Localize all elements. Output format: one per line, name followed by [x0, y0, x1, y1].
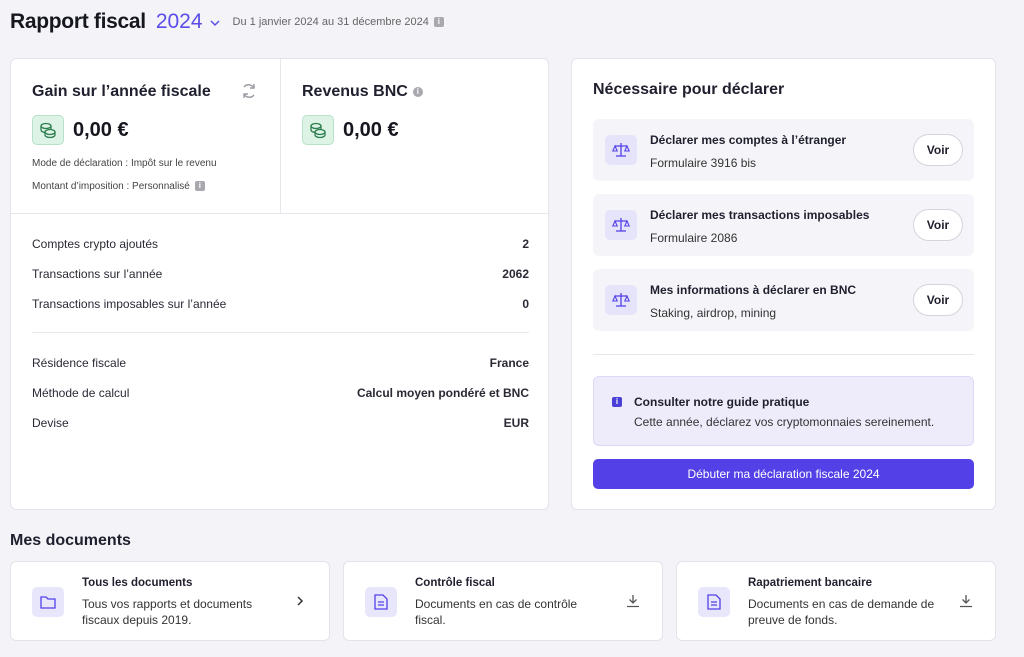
chevron-right-icon[interactable] [293, 594, 307, 608]
download-icon[interactable] [626, 594, 640, 608]
bnc-title: Revenus BNC i [302, 83, 423, 101]
stat-label: Comptes crypto ajoutés [32, 237, 159, 251]
info-icon: i [612, 397, 622, 407]
document-card-controle[interactable]: Contrôle fiscal Documents en cas de cont… [343, 561, 663, 641]
stat-label: Transactions imposables sur l’année [32, 297, 227, 311]
stat-value: 0 [522, 297, 529, 311]
voir-button[interactable]: Voir [913, 284, 963, 316]
declaration-subtitle: Formulaire 2086 [650, 231, 738, 245]
setting-label: Méthode de calcul [32, 386, 130, 400]
guide-text: Cette année, déclarez vos cryptomonnaies… [634, 415, 935, 429]
declaration-item: Mes informations à déclarer en BNC Staki… [593, 269, 974, 331]
document-icon [698, 587, 730, 617]
bnc-title-label: Revenus BNC [302, 83, 408, 100]
voir-button[interactable]: Voir [913, 209, 963, 241]
info-circle-icon[interactable]: i [412, 86, 423, 97]
document-icon [365, 587, 397, 617]
setting-row: Devise EUR [32, 416, 529, 430]
declaration-title: Mes informations à déclarer en BNC [650, 283, 857, 297]
start-declaration-button[interactable]: Débuter ma déclaration fiscale 2024 [593, 459, 974, 489]
divider [32, 332, 529, 333]
document-card-rapatriement[interactable]: Rapatriement bancaire Documents en cas d… [676, 561, 996, 641]
declaration-subtitle: Formulaire 3916 bis [650, 156, 757, 170]
declaration-item: Déclarer mes comptes à l’étranger Formul… [593, 119, 974, 181]
coins-icon [302, 115, 334, 145]
declaration-mode: Mode de déclaration : Impôt sur le reven… [32, 158, 217, 169]
scale-icon [605, 210, 637, 240]
document-text: Documents en cas de contrôle fiscal. [415, 597, 578, 627]
setting-value: France [489, 356, 529, 370]
setting-value: EUR [503, 416, 529, 430]
date-range: Du 1 janvier 2024 au 31 décembre 2024 [232, 16, 429, 28]
guide-banner[interactable]: i Consulter notre guide pratique Cette a… [593, 376, 974, 446]
download-icon[interactable] [959, 594, 973, 608]
refresh-icon[interactable] [240, 82, 258, 100]
coins-icon [32, 115, 64, 145]
stat-value: 2062 [502, 267, 529, 281]
page-title: Rapport fiscal [10, 10, 146, 33]
declaration-title: Déclarer mes transactions imposables [650, 208, 870, 222]
declaration-subtitle: Staking, airdrop, mining [650, 306, 777, 320]
summary-card: Gain sur l’année fiscale 0,00 € Mode de … [10, 58, 549, 510]
guide-title: Consulter notre guide pratique [634, 395, 810, 409]
folder-icon [32, 587, 64, 617]
info-icon[interactable]: i [433, 17, 444, 27]
page-header: Rapport fiscal 2024 Du 1 janvier 2024 au… [10, 8, 444, 36]
document-title: Tous les documents [82, 577, 193, 589]
documents-title: Mes documents [10, 532, 131, 549]
gain-title: Gain sur l’année fiscale [32, 83, 211, 100]
imposition-amount: Montant d’imposition : Personnalisé i [32, 181, 205, 192]
bnc-amount: 0,00 € [343, 119, 399, 141]
stat-row: Comptes crypto ajoutés 2 [32, 237, 529, 251]
stat-label: Transactions sur l’année [32, 267, 163, 281]
document-text: Documents en cas de demande de preuve de… [748, 597, 935, 627]
setting-row: Résidence fiscale France [32, 356, 529, 370]
gain-amount: 0,00 € [73, 119, 129, 141]
declaration-item: Déclarer mes transactions imposables For… [593, 194, 974, 256]
scale-icon [605, 285, 637, 315]
stat-value: 2 [522, 237, 529, 251]
stat-row: Transactions imposables sur l’année 0 [32, 297, 529, 311]
info-icon[interactable]: i [194, 181, 205, 192]
setting-label: Devise [32, 416, 69, 430]
document-title: Contrôle fiscal [415, 577, 495, 589]
setting-row: Méthode de calcul Calcul moyen pondéré et… [32, 386, 529, 400]
chevron-down-icon[interactable] [209, 17, 221, 29]
necessary-card: Nécessaire pour déclarer Déclarer mes co… [571, 58, 996, 510]
year-selector[interactable]: 2024 [156, 10, 203, 34]
voir-button[interactable]: Voir [913, 134, 963, 166]
necessary-title: Nécessaire pour déclarer [593, 81, 785, 98]
declaration-title: Déclarer mes comptes à l’étranger [650, 133, 847, 147]
document-card-all[interactable]: Tous les documents Tous vos rapports et … [10, 561, 330, 641]
setting-value: Calcul moyen pondéré et BNC [356, 386, 529, 400]
scale-icon [605, 135, 637, 165]
divider [593, 354, 974, 355]
document-text: Tous vos rapports et documents fiscaux d… [82, 597, 253, 627]
stat-row: Transactions sur l’année 2062 [32, 267, 529, 281]
divider [280, 59, 281, 214]
imposition-label: Montant d’imposition : Personnalisé [32, 181, 190, 192]
document-title: Rapatriement bancaire [748, 577, 872, 589]
setting-label: Résidence fiscale [32, 356, 127, 370]
